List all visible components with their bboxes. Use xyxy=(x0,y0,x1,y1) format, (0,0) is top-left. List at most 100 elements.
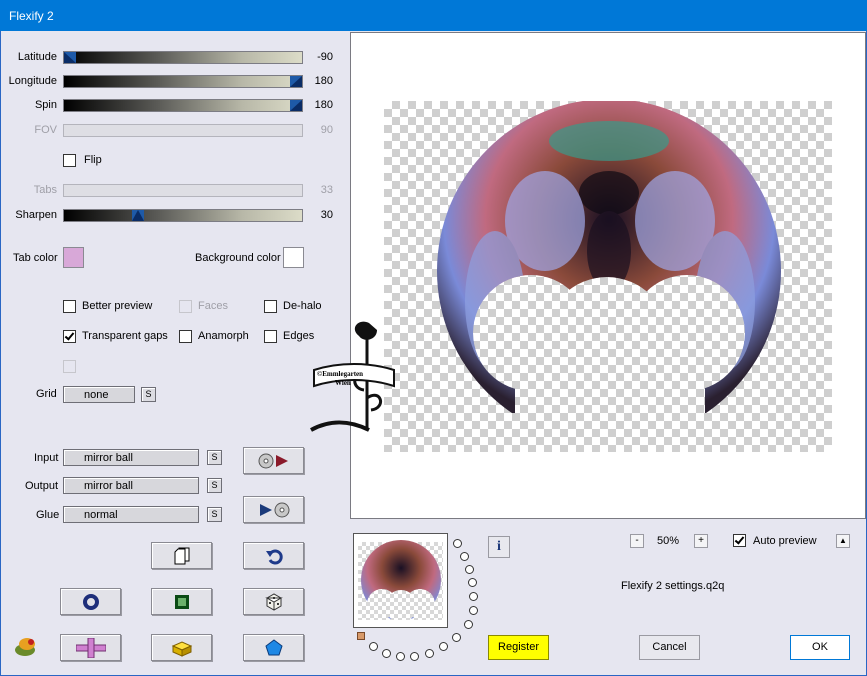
random-button[interactable] xyxy=(243,588,304,615)
preset-dot[interactable] xyxy=(453,539,462,548)
spin-slider[interactable] xyxy=(63,99,303,112)
longitude-slider[interactable] xyxy=(63,75,303,88)
auto-preview-label: Auto preview xyxy=(753,535,817,547)
slider-thumb[interactable] xyxy=(64,52,76,63)
preset-dot[interactable] xyxy=(369,642,378,651)
output-label: Output xyxy=(25,480,59,492)
zoom-level: 50% xyxy=(657,535,680,547)
spin-value: 180 xyxy=(314,99,333,111)
glue-select[interactable]: normal xyxy=(63,506,199,523)
preset-dot[interactable] xyxy=(452,633,461,642)
flip-label: Flip xyxy=(84,154,102,166)
auto-preview-checkbox[interactable] xyxy=(733,534,746,547)
background-color-label: Background color xyxy=(195,252,281,264)
slider-thumb[interactable] xyxy=(290,76,302,87)
tabs-value: 33 xyxy=(320,184,333,196)
preset-dot[interactable] xyxy=(439,642,448,651)
slider-thumb[interactable] xyxy=(132,210,144,221)
input-label: Input xyxy=(34,452,59,464)
zoom-out-button[interactable]: - xyxy=(630,534,644,548)
window-title: Flexify 2 xyxy=(9,9,54,23)
preset-dot[interactable] xyxy=(469,592,478,601)
polyhedron-button[interactable] xyxy=(243,634,304,661)
dice-icon xyxy=(264,592,283,611)
tab-color-swatch[interactable] xyxy=(63,247,84,268)
thumbnail-preview[interactable] xyxy=(353,533,448,628)
preset-dot[interactable] xyxy=(464,620,473,629)
input-s-button[interactable]: S xyxy=(207,450,222,465)
fov-value: 90 xyxy=(320,124,333,136)
fov-label: FOV xyxy=(34,124,57,136)
plugin-logo-icon xyxy=(15,638,35,656)
transparent-gaps-checkbox[interactable] xyxy=(63,330,76,343)
edges-checkbox[interactable] xyxy=(264,330,277,343)
better-preview-checkbox[interactable] xyxy=(63,300,76,313)
play-disc-icon xyxy=(259,502,289,517)
undo-button[interactable] xyxy=(243,542,304,569)
spin-label: Spin xyxy=(34,99,57,111)
extra-checkbox xyxy=(63,360,76,373)
preset-dot[interactable] xyxy=(469,606,478,615)
anamorph-label: Anamorph xyxy=(198,330,249,342)
flip-checkbox[interactable] xyxy=(63,154,76,167)
sharpen-slider[interactable] xyxy=(63,209,303,222)
tabs-slider xyxy=(63,184,303,197)
watermark-logo xyxy=(310,321,395,432)
preset-dot[interactable] xyxy=(460,552,469,561)
latitude-slider[interactable] xyxy=(63,51,303,64)
collapse-button[interactable]: ▲ xyxy=(836,534,850,548)
faces-checkbox xyxy=(179,300,192,313)
faces-label: Faces xyxy=(198,300,228,312)
zoom-in-button[interactable]: + xyxy=(694,534,708,548)
watermark-text-2: Wien xyxy=(335,379,351,387)
sphere-button[interactable] xyxy=(60,588,121,615)
preset-dot[interactable] xyxy=(465,565,474,574)
latitude-value: -90 xyxy=(317,51,333,63)
output-s-button[interactable]: S xyxy=(207,478,222,493)
pentagon-icon xyxy=(264,638,283,655)
undo-icon xyxy=(265,549,283,564)
check-mark-icon xyxy=(64,330,75,341)
preset-dot[interactable] xyxy=(396,652,405,661)
preset-dot[interactable] xyxy=(468,578,477,587)
cancel-button[interactable]: Cancel xyxy=(639,635,700,660)
settings-filename: Flexify 2 settings.q2q xyxy=(621,580,725,592)
longitude-value: 180 xyxy=(314,75,333,87)
slider-thumb[interactable] xyxy=(290,100,302,111)
block-button[interactable] xyxy=(151,634,212,661)
de-halo-label: De-halo xyxy=(283,300,322,312)
grid-select[interactable]: none xyxy=(63,386,135,403)
ring-icon xyxy=(82,593,99,610)
disc-play-icon xyxy=(258,453,288,468)
ok-button[interactable]: OK xyxy=(790,635,850,660)
de-halo-checkbox[interactable] xyxy=(264,300,277,313)
grid-s-button[interactable]: S xyxy=(141,387,156,402)
glue-label: Glue xyxy=(36,509,60,521)
input-select[interactable]: mirror ball xyxy=(63,449,199,466)
mirror-ball-preview-image xyxy=(437,101,781,413)
background-color-swatch[interactable] xyxy=(283,247,304,268)
sharpen-value: 30 xyxy=(320,209,333,221)
anamorph-checkbox[interactable] xyxy=(179,330,192,343)
copy-button[interactable] xyxy=(151,542,212,569)
save-image-button[interactable] xyxy=(243,496,304,523)
preset-dot[interactable] xyxy=(382,649,391,658)
preview-pane[interactable]: ©Emmlegarten Wien xyxy=(310,32,866,519)
tile-button[interactable] xyxy=(60,634,121,661)
preset-dot[interactable] xyxy=(410,652,419,661)
square-frame-icon xyxy=(174,594,189,609)
info-button[interactable]: i xyxy=(488,536,510,558)
glue-s-button[interactable]: S xyxy=(207,507,222,522)
preset-dot[interactable] xyxy=(425,649,434,658)
sharpen-label: Sharpen xyxy=(15,209,57,221)
output-select[interactable]: mirror ball xyxy=(63,477,199,494)
frame-button[interactable] xyxy=(151,588,212,615)
title-bar: Flexify 2 xyxy=(0,0,867,31)
check-mark-icon xyxy=(734,534,745,545)
transparent-gaps-label: Transparent gaps xyxy=(82,330,168,342)
register-button[interactable]: Register xyxy=(488,635,549,660)
load-image-button[interactable] xyxy=(243,447,304,474)
preset-marker[interactable] xyxy=(357,632,365,640)
dialog-client: Latitude -90 Longitude 180 Spin 180 FOV … xyxy=(0,31,867,676)
pages-icon xyxy=(174,547,189,564)
